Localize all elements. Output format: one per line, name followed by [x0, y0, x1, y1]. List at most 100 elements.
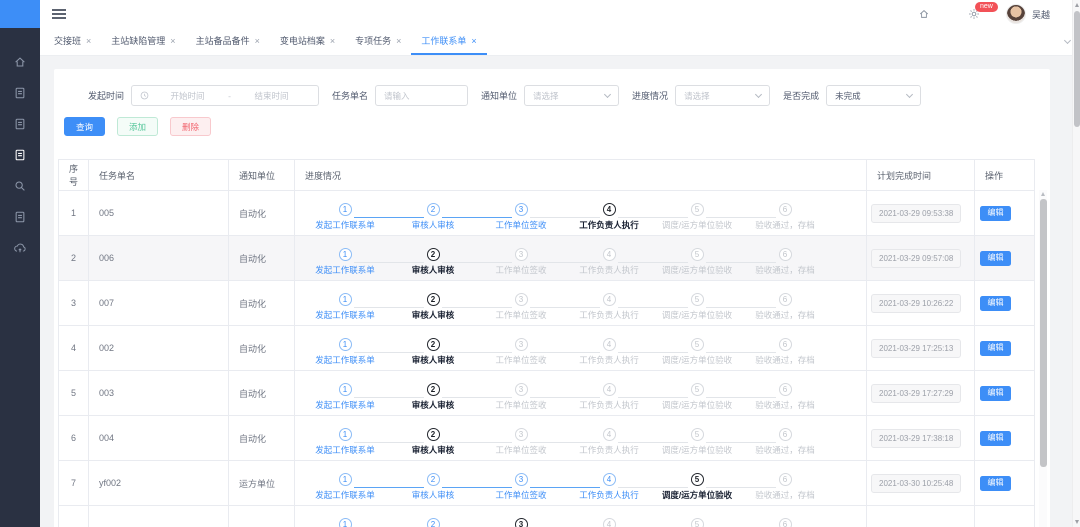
step-circle: 1 — [339, 383, 352, 396]
chevron-down-icon — [604, 90, 611, 97]
document-icon[interactable] — [0, 139, 40, 170]
step-label: 工作单位签收 — [477, 309, 565, 321]
table-row: 1005自动化1发起工作联系单2审核人审核3工作单位签收4工作负责人执行5调度/… — [59, 191, 1035, 236]
tab-5[interactable]: 工作联系单× — [411, 28, 486, 55]
step-label: 审核人审核 — [389, 264, 477, 276]
step-3: 3工作单位签收 — [477, 428, 565, 456]
tab-label: 专项任务 — [355, 34, 391, 47]
clock-icon — [140, 91, 149, 100]
step-4: 4工作负责人执行 — [565, 248, 653, 276]
edit-button[interactable]: 编辑 — [980, 386, 1011, 401]
close-icon[interactable]: × — [471, 36, 476, 46]
query-button[interactable]: 查询 — [64, 117, 105, 136]
planned-time: 2021-03-29 17:25:13 — [871, 339, 961, 358]
chevron-down-icon — [906, 90, 913, 97]
step-circle: 3 — [515, 203, 528, 216]
edit-button[interactable]: 编辑 — [980, 431, 1011, 446]
scroll-up-icon[interactable] — [1075, 3, 1079, 7]
planned-time: 2021-03-30 10:25:48 — [871, 474, 961, 493]
add-button[interactable]: 添加 — [117, 117, 158, 136]
scroll-up-icon[interactable] — [1041, 192, 1045, 196]
step-label: 调度/运方单位验收 — [653, 399, 741, 411]
table-scrollbar-thumb[interactable] — [1040, 199, 1047, 467]
step-label: 验收通过，存档 — [741, 489, 829, 501]
close-icon[interactable]: × — [396, 36, 401, 46]
cloud-upload-icon[interactable] — [0, 232, 40, 263]
date-range-input[interactable]: 开始时间 - 结束时间 — [131, 85, 319, 106]
cell-task-name: 006 — [89, 236, 229, 281]
date-separator: - — [226, 91, 233, 101]
progress-select[interactable]: 请选择 — [675, 85, 770, 106]
tab-1[interactable]: 主站缺陷管理× — [101, 28, 185, 55]
avatar[interactable] — [1006, 4, 1026, 24]
page-scrollbar — [1072, 0, 1080, 527]
edit-button[interactable]: 编辑 — [980, 206, 1011, 221]
step-circle: 2 — [427, 383, 440, 396]
step-label: 工作负责人执行 — [565, 354, 653, 366]
step-2: 2审核人审核 — [389, 428, 477, 456]
edit-button[interactable]: 编辑 — [980, 296, 1011, 311]
tab-2[interactable]: 主站备品备件 × — [186, 28, 270, 55]
tab-label: 交接班 — [54, 34, 81, 47]
tab-label: 主站备品备件 — [196, 34, 250, 47]
table-wrap: 序号 任务单名 通知单位 进度情况 计划完成时间 操作 1005自动化1发起工作… — [58, 159, 1034, 527]
step-3: 3工作单位签收 — [477, 518, 565, 527]
notify-unit-label: 通知单位 — [481, 89, 517, 102]
document-icon[interactable] — [0, 77, 40, 108]
menu-toggle-icon[interactable] — [52, 9, 66, 19]
tab-0[interactable]: 交接班 × — [44, 28, 101, 55]
cell-notify-unit: 自动化 — [229, 371, 295, 416]
step-circle: 3 — [515, 293, 528, 306]
app-logo[interactable] — [0, 0, 40, 28]
planned-time: 2021-03-29 09:57:08 — [871, 249, 961, 268]
step-circle: 1 — [339, 428, 352, 441]
step-circle: 4 — [603, 518, 616, 527]
step-1: 1发起工作联系单 — [301, 383, 389, 411]
edit-button[interactable]: 编辑 — [980, 476, 1011, 491]
step-label: 验收通过，存档 — [741, 399, 829, 411]
cell-task-name: 005 — [89, 191, 229, 236]
delete-button[interactable]: 删除 — [170, 117, 211, 136]
scroll-down-icon[interactable] — [1075, 520, 1079, 524]
task-name-input[interactable] — [375, 85, 468, 106]
progress-stepper: 1发起工作联系单2审核人审核3工作单位签收4工作负责人执行5调度/运方单位验收6… — [295, 195, 866, 231]
home-icon[interactable] — [918, 8, 930, 20]
step-circle: 3 — [515, 518, 528, 527]
col-planned-time: 计划完成时间 — [867, 160, 975, 191]
document-icon[interactable] — [0, 201, 40, 232]
step-label: 调度/运方单位验收 — [653, 309, 741, 321]
step-6: 6验收通过，存档 — [741, 293, 829, 321]
step-2: 2审核人审核 — [389, 203, 477, 231]
step-2: 2审核人审核 — [389, 518, 477, 527]
search-icon[interactable] — [0, 170, 40, 201]
document-icon[interactable] — [0, 108, 40, 139]
complete-select[interactable]: 未完成 — [826, 85, 921, 106]
progress-stepper: 1发起工作联系单2审核人审核3工作单位签收4工作负责人执行5调度/运方单位验收6… — [295, 240, 866, 276]
step-circle: 6 — [779, 248, 792, 261]
edit-button[interactable]: 编辑 — [980, 341, 1011, 356]
page-scrollbar-thumb[interactable] — [1074, 11, 1080, 127]
close-icon[interactable]: × — [170, 36, 175, 46]
tab-4[interactable]: 专项任务 × — [345, 28, 411, 55]
step-label: 工作负责人执行 — [565, 309, 653, 321]
table-row: 6004自动化1发起工作联系单2审核人审核3工作单位签收4工作负责人执行5调度/… — [59, 416, 1035, 461]
settings-gear-icon[interactable]: new — [968, 8, 980, 20]
close-icon[interactable]: × — [86, 36, 91, 46]
edit-button[interactable]: 编辑 — [980, 251, 1011, 266]
step-circle: 5 — [691, 203, 704, 216]
notify-unit-select[interactable]: 请选择 — [524, 85, 619, 106]
step-circle: 3 — [515, 428, 528, 441]
tab-3[interactable]: 变电站档案× — [270, 28, 345, 55]
user-name[interactable]: 吴越 — [1032, 8, 1050, 21]
task-name-label: 任务单名 — [332, 89, 368, 102]
step-label: 调度/运方单位验收 — [653, 264, 741, 276]
close-icon[interactable]: × — [330, 36, 335, 46]
close-icon[interactable]: × — [255, 36, 260, 46]
step-1: 1发起工作联系单 — [301, 248, 389, 276]
progress-stepper: 1发起工作联系单2审核人审核3工作单位签收4工作负责人执行5调度/运方单位验收6… — [295, 330, 866, 366]
step-1: 1发起工作联系单 — [301, 293, 389, 321]
home-icon[interactable] — [0, 46, 40, 77]
step-label: 调度/运方单位验收 — [653, 489, 741, 501]
step-circle: 3 — [515, 383, 528, 396]
step-circle: 5 — [691, 473, 704, 486]
